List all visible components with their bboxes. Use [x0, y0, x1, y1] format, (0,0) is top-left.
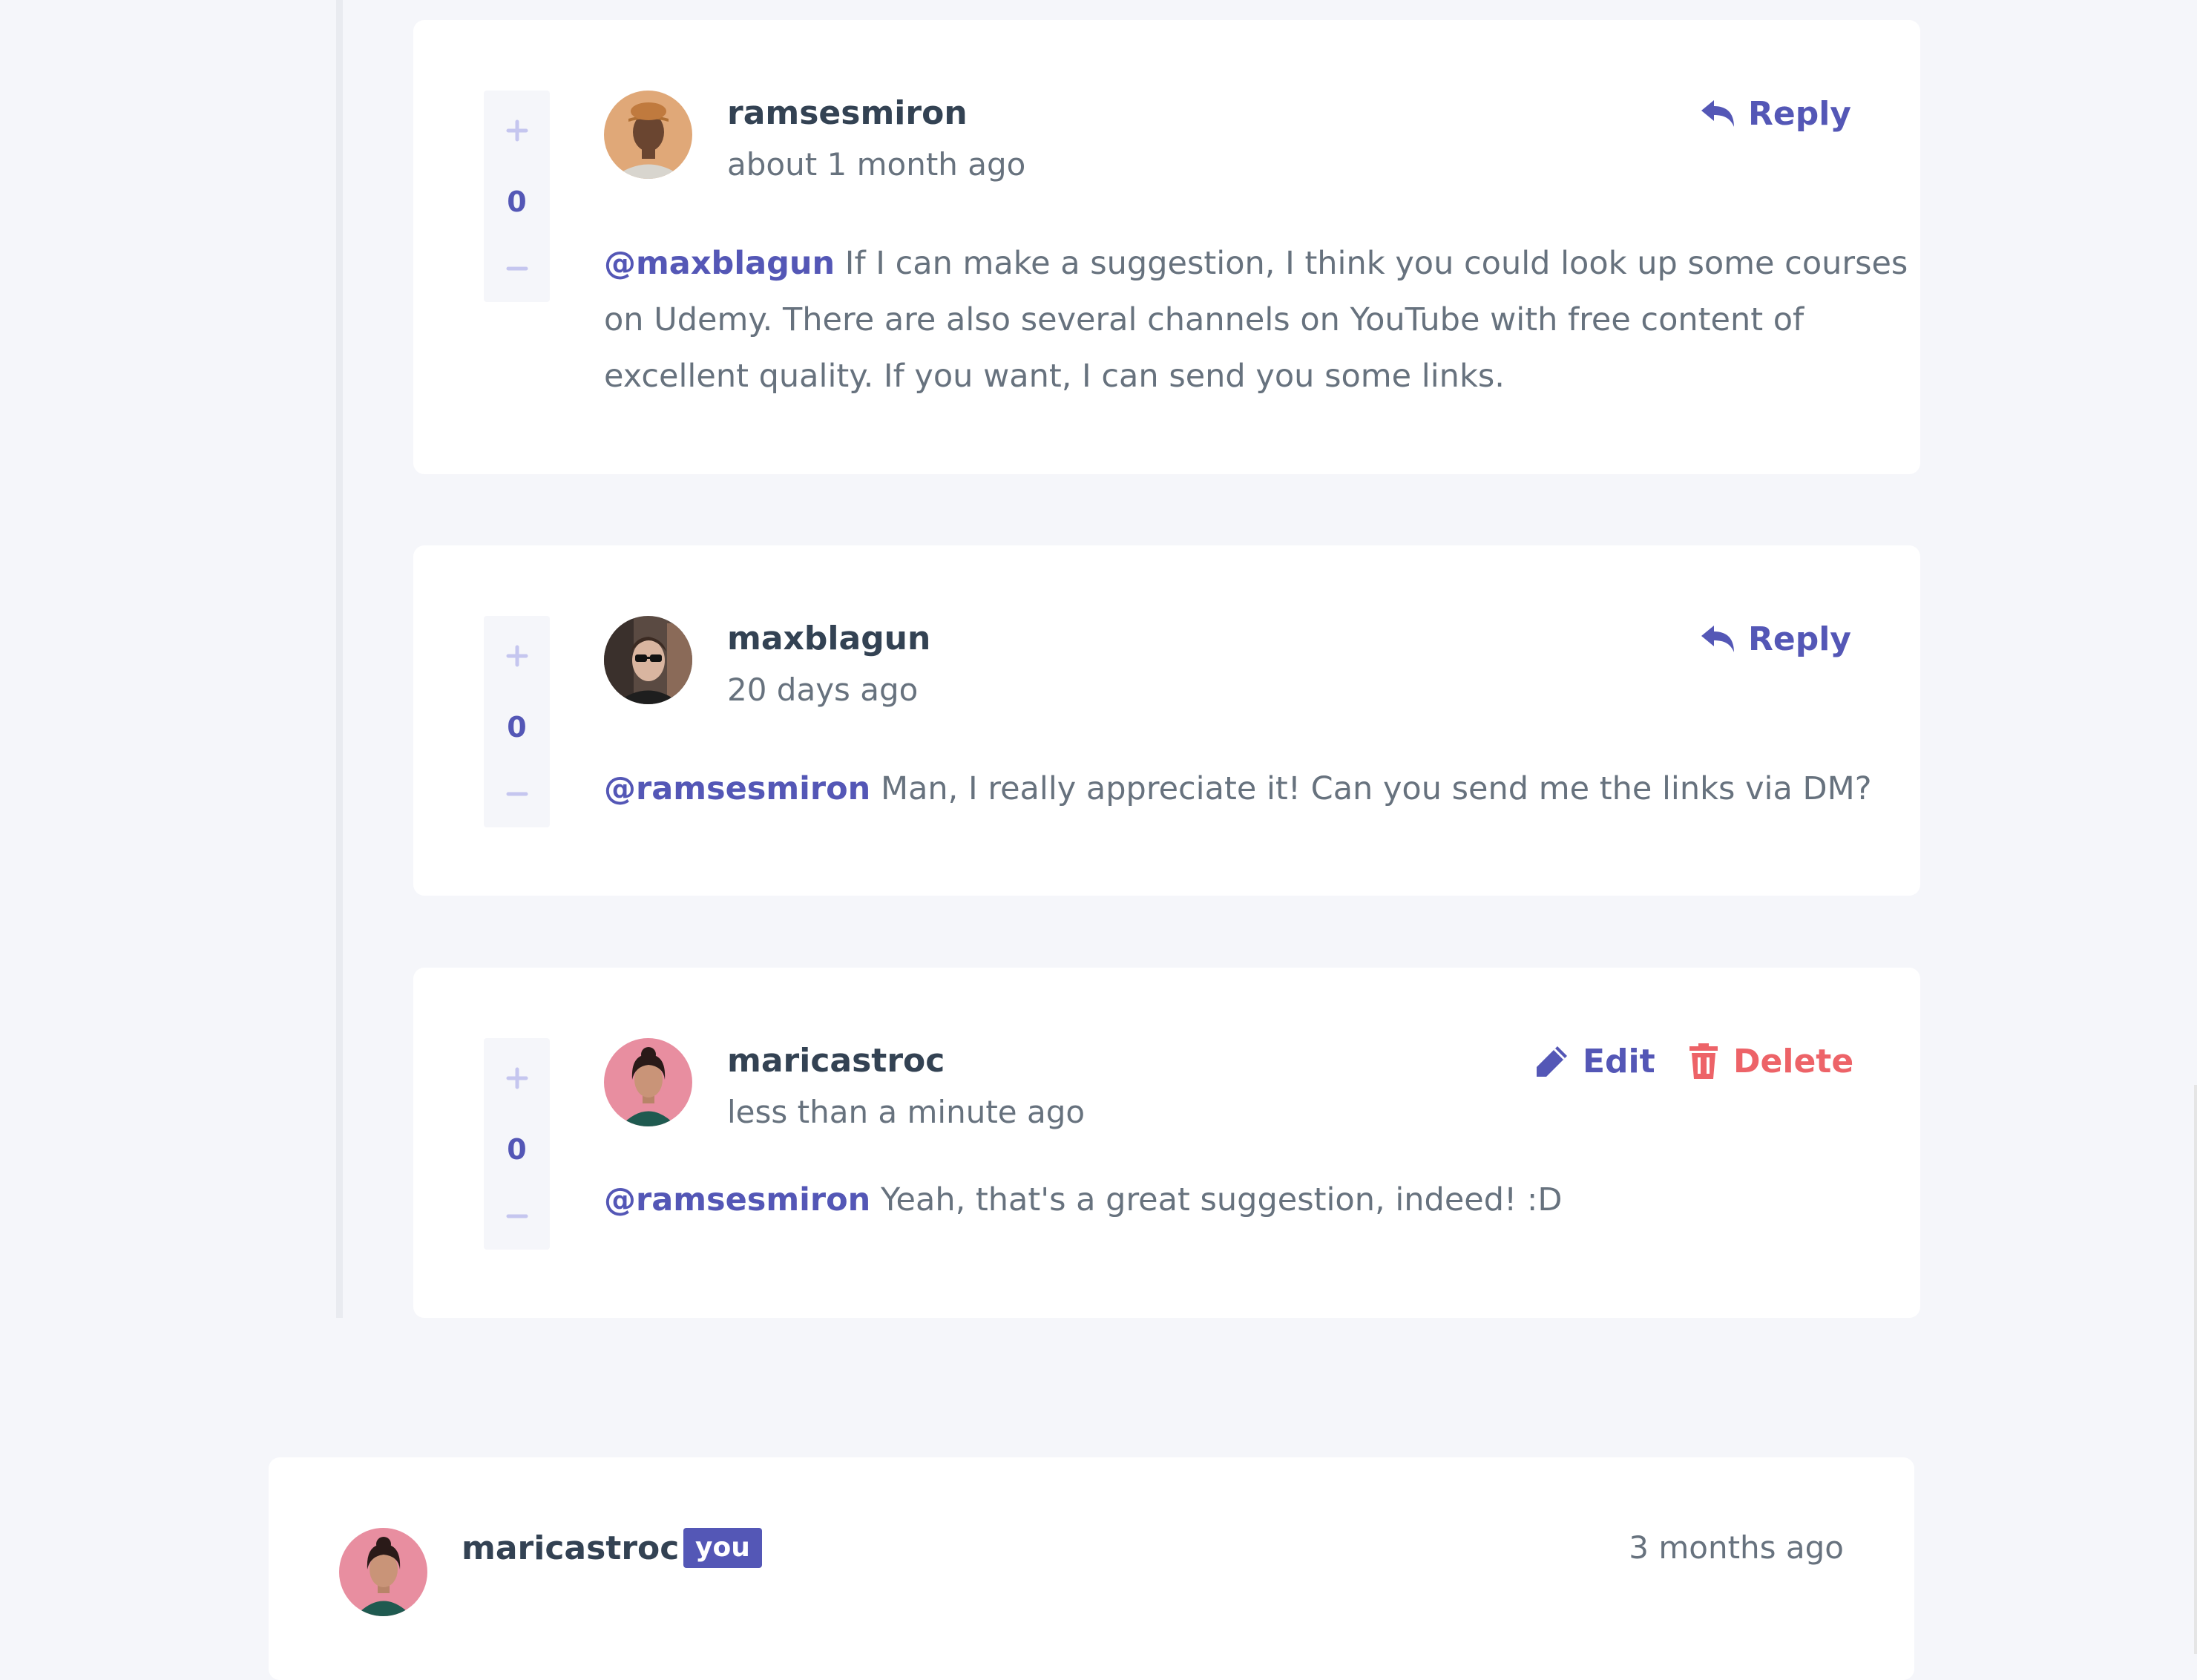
plus-icon	[506, 645, 528, 667]
avatar[interactable]	[339, 1528, 427, 1616]
edit-button[interactable]: Edit	[1535, 1037, 1655, 1085]
pencil-icon	[1537, 1046, 1567, 1077]
reply-button[interactable]: Reply	[1701, 615, 1851, 663]
comment-card: 0 ramsesmiron about 1 month ago Reply @m…	[413, 20, 1920, 474]
comment-mention[interactable]: @ramsesmiron	[604, 770, 870, 807]
comment-body: @ramsesmiron Yeah, that's a great sugges…	[604, 1172, 1910, 1228]
plus-icon	[506, 119, 528, 142]
reply-label: Reply	[1748, 620, 1851, 658]
delete-label: Delete	[1733, 1042, 1854, 1080]
comment-text: Man, I really appreciate it! Can you sen…	[880, 770, 1872, 807]
minus-icon	[506, 792, 528, 796]
comment-username[interactable]: maxblagun	[727, 620, 930, 657]
comment-username[interactable]: maricastroc	[462, 1529, 679, 1567]
comment-text: Yeah, that's a great suggestion, indeed!…	[880, 1181, 1563, 1218]
upvote-button[interactable]	[484, 1056, 550, 1100]
edit-label: Edit	[1583, 1042, 1655, 1080]
comment-timestamp: 20 days ago	[727, 672, 919, 708]
comment-username[interactable]: maricastroc	[727, 1042, 945, 1080]
downvote-button[interactable]	[484, 246, 550, 291]
vote-control: 0	[484, 1038, 550, 1250]
comment-timestamp: about 1 month ago	[727, 146, 1026, 183]
vote-control: 0	[484, 616, 550, 827]
comment-timestamp: 3 months ago	[1629, 1529, 1844, 1566]
window-edge	[2194, 1085, 2197, 1654]
comment-card: 0 maxblagun 20 days ago Reply @ramsesmir…	[413, 545, 1920, 896]
reply-icon	[1701, 100, 1734, 127]
reply-label: Reply	[1748, 94, 1851, 133]
upvote-button[interactable]	[484, 634, 550, 678]
comment-username[interactable]: ramsesmiron	[727, 94, 968, 132]
you-badge: you	[683, 1528, 762, 1568]
comment-card: 0 maricastroc less than a minute ago Edi…	[413, 968, 1920, 1318]
comment-mention[interactable]: @ramsesmiron	[604, 1181, 870, 1218]
comment-body: @ramsesmiron Man, I really appreciate it…	[604, 761, 1910, 817]
delete-button[interactable]: Delete	[1687, 1037, 1853, 1085]
downvote-button[interactable]	[484, 772, 550, 816]
minus-icon	[506, 266, 528, 271]
downvote-button[interactable]	[484, 1194, 550, 1238]
upvote-button[interactable]	[484, 108, 550, 153]
comment-body: @maxblagun If I can make a suggestion, I…	[604, 235, 1910, 404]
vote-count: 0	[507, 186, 527, 218]
comment-mention[interactable]: @maxblagun	[604, 245, 835, 282]
minus-icon	[506, 1214, 528, 1218]
reply-icon	[1701, 626, 1734, 652]
avatar[interactable]	[604, 616, 692, 704]
trash-icon	[1689, 1043, 1718, 1079]
reply-button[interactable]: Reply	[1701, 90, 1851, 137]
plus-icon	[506, 1067, 528, 1089]
comment-timestamp: less than a minute ago	[727, 1094, 1086, 1130]
vote-count: 0	[507, 711, 527, 744]
comment-card: maricastroc you 3 months ago	[269, 1457, 1914, 1680]
avatar[interactable]	[604, 91, 692, 179]
reply-thread-line	[336, 0, 343, 1318]
avatar[interactable]	[604, 1038, 692, 1126]
vote-control: 0	[484, 91, 550, 302]
vote-count: 0	[507, 1133, 527, 1166]
